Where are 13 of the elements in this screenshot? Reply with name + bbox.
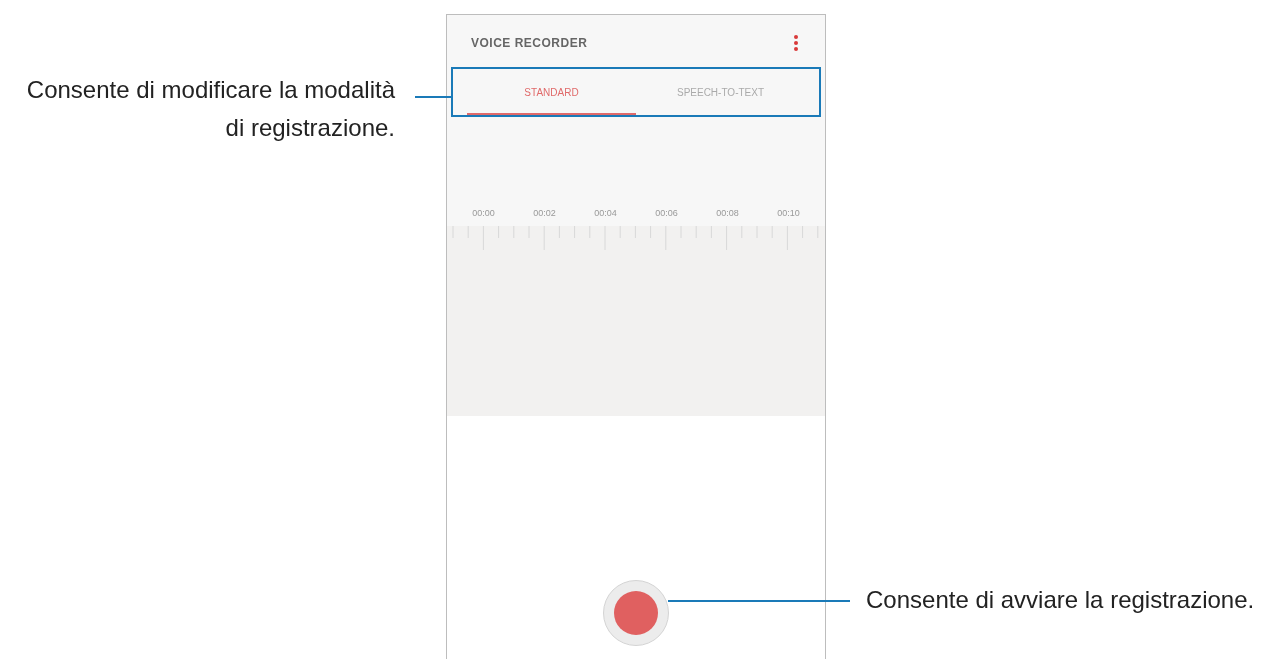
time-label: 00:06 (655, 208, 678, 218)
mode-tab[interactable]: STANDARD (467, 71, 636, 116)
leader-line (415, 96, 452, 98)
time-label: 00:08 (716, 208, 739, 218)
callout-text: Consente di avviare la registrazione. (866, 585, 1255, 615)
callout-text: Consente di modificare la modalità di registrazione. (25, 75, 395, 143)
time-label: 00:10 (777, 208, 800, 218)
time-label: 00:02 (533, 208, 556, 218)
time-label: 00:00 (472, 208, 495, 218)
more-options-icon[interactable] (793, 34, 799, 52)
app-title: VOICE RECORDER (471, 36, 588, 50)
mode-tab[interactable]: SPEECH-TO-TEXT (636, 71, 805, 116)
time-label: 00:04 (594, 208, 617, 218)
